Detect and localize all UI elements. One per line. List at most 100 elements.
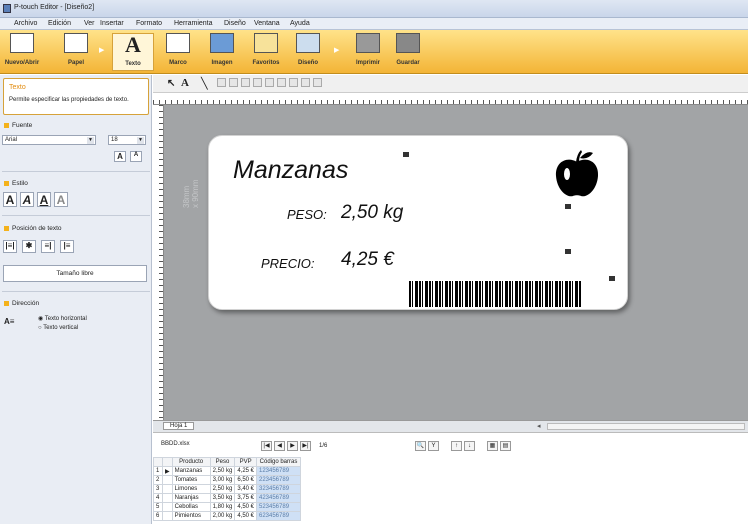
first-record-icon[interactable]: |◀: [261, 441, 272, 451]
last-record-icon[interactable]: ▶|: [300, 441, 311, 451]
menu-ayuda[interactable]: Ayuda: [290, 20, 310, 27]
horizontal-ruler: [153, 93, 748, 105]
precio-value[interactable]: 4,25 €: [341, 249, 394, 271]
grid-icon: [313, 78, 322, 87]
menu-bar: Archivo Edición Ver Insertar Formato Her…: [0, 18, 748, 30]
align-left-icon[interactable]: |≡|: [3, 240, 17, 253]
record-counter: 1/6: [319, 443, 328, 449]
resize-handle[interactable]: [609, 276, 615, 281]
peso-label[interactable]: PESO:: [287, 207, 327, 222]
dimension-label: 38mm x 90mm: [182, 179, 200, 208]
line-tool-icon[interactable]: ╲: [201, 77, 208, 90]
frame-icon: [166, 33, 190, 53]
text-tool-icon[interactable]: A: [181, 77, 189, 89]
align-right-icon[interactable]: ≡|: [41, 240, 55, 253]
horizontal-scrollbar[interactable]: [547, 423, 745, 430]
menu-formato[interactable]: Formato: [136, 20, 162, 27]
menu-herramienta[interactable]: Herramienta: [174, 20, 213, 27]
window-title: P-touch Editor - [Diseño2]: [14, 4, 95, 11]
table-row[interactable]: 3 Limones 2,50 kg 3,40 €323456789: [153, 484, 301, 494]
font-size-select[interactable]: 18 ▼: [108, 135, 146, 145]
view-grid-icon[interactable]: ▦: [486, 441, 498, 451]
cut-icon: [253, 78, 262, 87]
table-row[interactable]: 4 Naranjas 3,50 kg 3,75 €423456789: [153, 493, 301, 503]
apple-icon[interactable]: [553, 150, 601, 200]
label-preview[interactable]: Manzanas PESO: 2,50 kg PRECIO: 4,25 €: [208, 135, 628, 310]
print-button[interactable]: Imprimir: [348, 33, 388, 71]
menu-ver[interactable]: Ver: [84, 20, 95, 27]
tool-icons[interactable]: [217, 78, 325, 87]
save-button[interactable]: Guardar: [388, 33, 428, 71]
chevron-down-icon: ▼: [87, 137, 94, 144]
paper-button[interactable]: Papel: [58, 33, 94, 71]
menu-edicion[interactable]: Edición: [48, 20, 71, 27]
drawing-toolbar: ↖ A ╲: [153, 75, 748, 93]
table-row[interactable]: 1 ▶ Manzanas 2,50 kg 4,25 €123456789: [153, 466, 301, 476]
printer-icon: [356, 33, 380, 53]
sheet-tabs-bar: Hoja 1 ◂: [153, 420, 748, 432]
label-title[interactable]: Manzanas: [233, 156, 348, 185]
new-open-button[interactable]: Nuevo/Abrir: [2, 33, 42, 71]
menu-ventana[interactable]: Ventana: [254, 20, 280, 27]
panel-header: Texto: [9, 84, 26, 91]
radio-vertical[interactable]: ○ Texto vertical: [38, 325, 78, 331]
italic-button[interactable]: A: [20, 192, 34, 207]
underline-button[interactable]: A: [37, 192, 51, 207]
precio-label[interactable]: PRECIO:: [261, 256, 314, 271]
menu-diseno[interactable]: Diseño: [224, 20, 246, 27]
bold-button[interactable]: A: [3, 192, 17, 207]
rect-icon: [217, 78, 226, 87]
radio-horizontal[interactable]: ◉ Texto horizontal: [38, 315, 87, 322]
chevron-right-icon: ▶: [334, 47, 340, 54]
resize-handle[interactable]: [403, 152, 409, 157]
resize-handle[interactable]: [565, 204, 571, 209]
image-icon: [210, 33, 234, 53]
panel-description: Permite especificar las propiedades de t…: [9, 97, 129, 103]
outline-button[interactable]: A: [54, 192, 68, 207]
text-info-box: Texto Permite especificar las propiedade…: [3, 78, 149, 115]
table-row[interactable]: 2 Tomates 3,00 kg 6,50 €223456789: [153, 475, 301, 485]
paper-icon: [64, 33, 88, 53]
text-a-icon: A: [125, 32, 141, 57]
peso-value[interactable]: 2,50 kg: [341, 202, 403, 224]
filter-icon[interactable]: Y: [428, 441, 439, 451]
properties-panel: Texto Permite especificar las propiedade…: [0, 75, 152, 524]
justify-icon[interactable]: |≡: [60, 240, 74, 253]
resize-handle[interactable]: [565, 249, 571, 254]
table-row[interactable]: 5 Cebollas 1,80 kg 4,50 €523456789: [153, 502, 301, 512]
scroll-left-icon[interactable]: ◂: [537, 422, 541, 430]
direction-section-title: Dirección: [4, 300, 39, 307]
menu-archivo[interactable]: Archivo: [14, 20, 37, 27]
sheet-tab[interactable]: Hoja 1: [163, 422, 195, 430]
table-row[interactable]: 6 Pimientos 2,00 kg 4,50 €623456789: [153, 511, 301, 521]
align-center-icon[interactable]: ✱: [22, 240, 36, 253]
divider: [2, 291, 150, 292]
next-record-icon[interactable]: ▶: [287, 441, 298, 451]
text-button[interactable]: A Texto: [112, 33, 154, 71]
barcode[interactable]: [409, 281, 581, 307]
paste-icon: [277, 78, 286, 87]
design-icon: [296, 33, 320, 53]
shrink-font-button[interactable]: A: [130, 151, 142, 162]
frame-button[interactable]: Marco: [160, 33, 196, 71]
vertical-ruler: [153, 105, 164, 420]
divider: [2, 171, 150, 172]
favorites-button[interactable]: Favoritos: [246, 33, 286, 71]
grow-font-button[interactable]: A: [114, 151, 126, 162]
search-icon[interactable]: 🔍: [415, 441, 426, 451]
database-toolbar: BBDD.xlsx |◀ ◀ ▶ ▶| 1/6 🔍 Y ↑ ↓ ▦ ▤: [153, 432, 748, 457]
view-list-icon[interactable]: ▤: [499, 441, 511, 451]
design-button[interactable]: Diseño: [290, 33, 326, 71]
table-icon: [229, 78, 238, 87]
undo-icon: [289, 78, 298, 87]
pointer-icon[interactable]: ↖: [167, 78, 175, 89]
sort-asc-icon[interactable]: ↑: [450, 441, 462, 451]
image-button[interactable]: Imagen: [204, 33, 240, 71]
app-icon: [3, 4, 11, 13]
free-size-button[interactable]: Tamaño libre: [3, 265, 147, 282]
prev-record-icon[interactable]: ◀: [274, 441, 285, 451]
menu-insertar[interactable]: Insertar: [100, 20, 124, 27]
font-select[interactable]: Arial ▼: [2, 135, 96, 145]
copy-icon: [265, 78, 274, 87]
sort-desc-icon[interactable]: ↓: [463, 441, 475, 451]
